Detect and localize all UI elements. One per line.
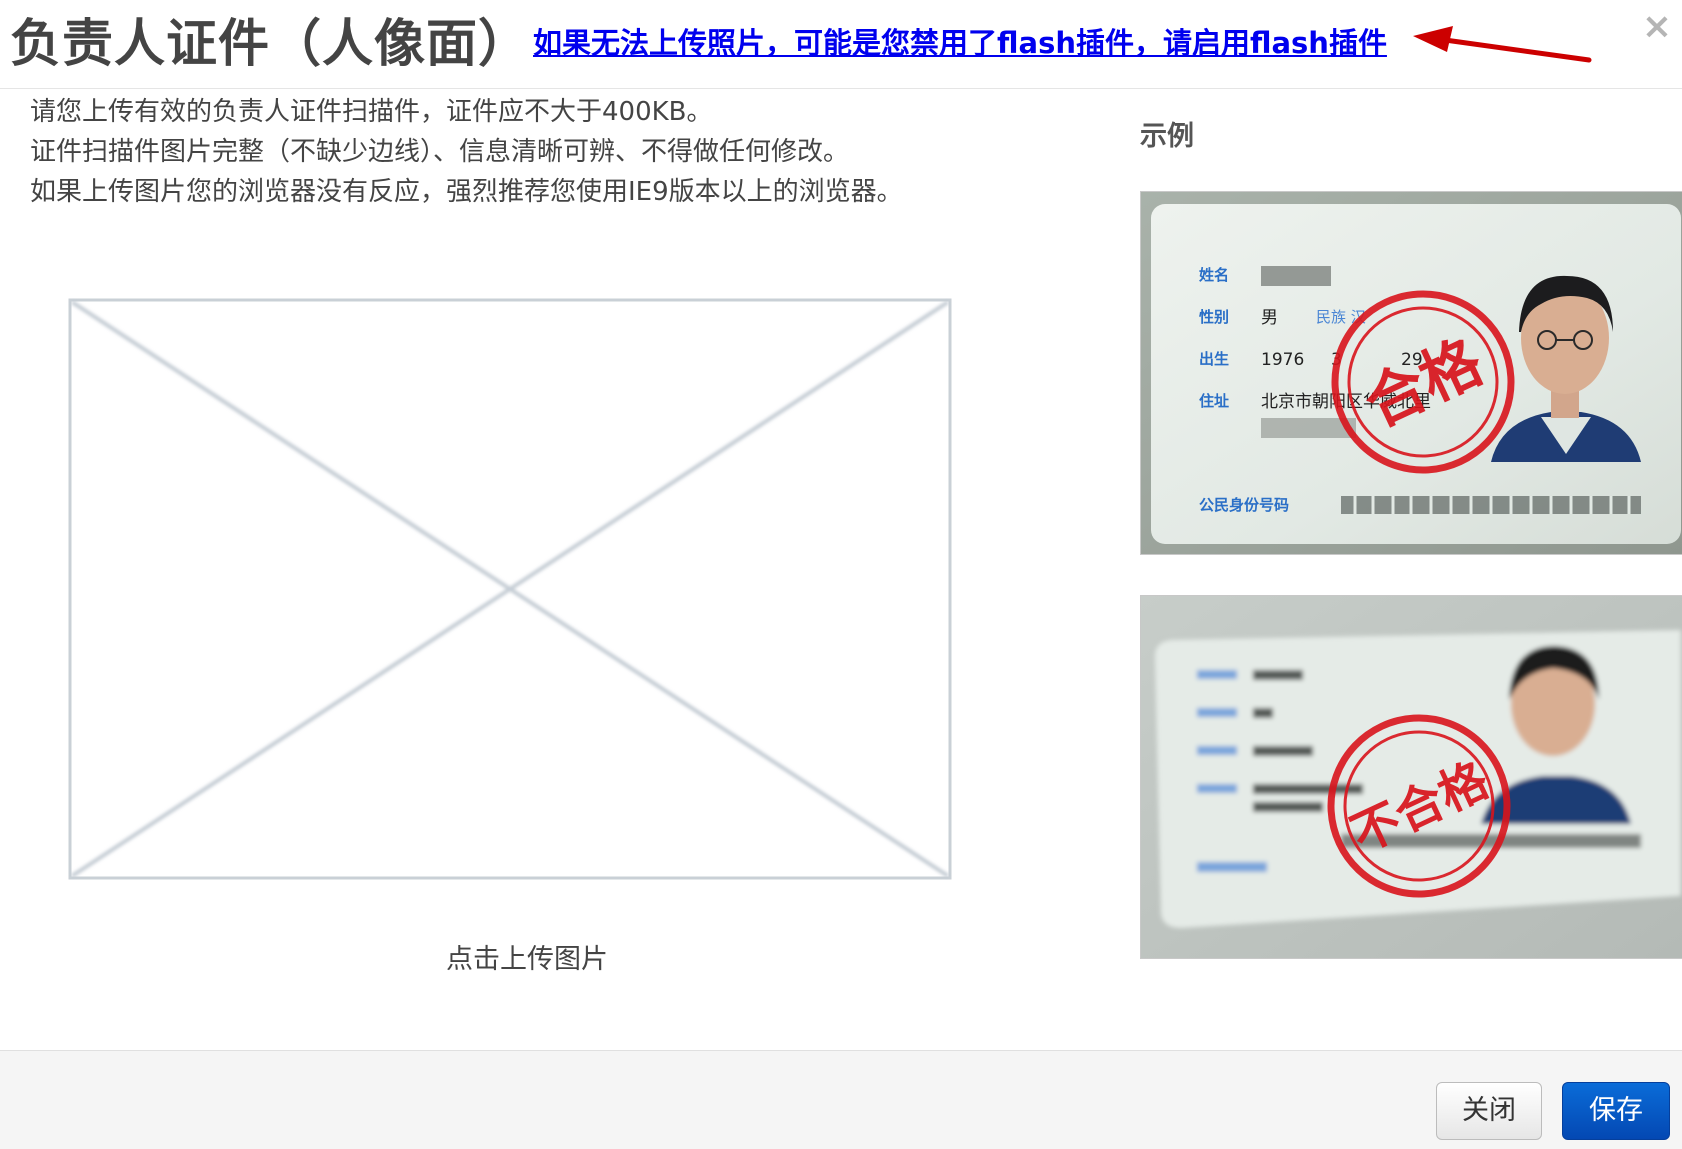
instruction-line: 证件扫描件图片完整（不缺少边线）、信息清晰可辨、不得做任何修改。 (30, 137, 850, 167)
dialog-header: 负责人证件（人像面） 如果无法上传照片，可能是您禁用了flash插件，请启用fl… (0, 0, 1682, 89)
close-icon[interactable]: × (1640, 9, 1674, 45)
image-upload-area[interactable] (68, 298, 952, 880)
card-field-label: 性别 (1199, 308, 1229, 326)
upload-image-label[interactable]: 点击上传图片 (446, 937, 608, 976)
dialog-footer: 关闭 保存 (0, 1050, 1682, 1149)
card-field-label: 住址 (1199, 392, 1229, 410)
upload-instructions: 请您上传有效的负责人证件扫描件，证件应不大于400KB。 证件扫描件图片完整（不… (30, 92, 1030, 212)
dialog-title: 负责人证件（人像面） (10, 15, 531, 74)
red-arrow-icon (1413, 26, 1592, 63)
example-image-qualified: 姓名 性别 出生 住址 公民身份号码 民族 汉 男 1976 3 29 北京市朝… (1140, 191, 1682, 555)
instruction-line: 请您上传有效的负责人证件扫描件，证件应不大于400KB。 (30, 97, 713, 127)
example-heading: 示例 (1140, 121, 1194, 152)
enable-flash-link[interactable]: 如果无法上传照片，可能是您禁用了flash插件，请启用flash插件 (533, 20, 1387, 62)
card-field-label: 姓名 (1199, 266, 1229, 284)
instruction-line: 如果上传图片您的浏览器没有反应，强烈推荐您使用IE9版本以上的浏览器。 (30, 177, 903, 207)
card-birth-year: 1976 (1261, 350, 1304, 370)
close-button[interactable]: 关闭 (1436, 1082, 1542, 1140)
example-image-unqualified: 不合格 (1140, 595, 1682, 959)
card-gender: 男 (1261, 308, 1278, 328)
save-button[interactable]: 保存 (1562, 1082, 1670, 1140)
card-field-label: 公民身份号码 (1199, 496, 1289, 514)
image-placeholder-icon (68, 298, 952, 880)
card-field-label: 出生 (1199, 350, 1229, 368)
